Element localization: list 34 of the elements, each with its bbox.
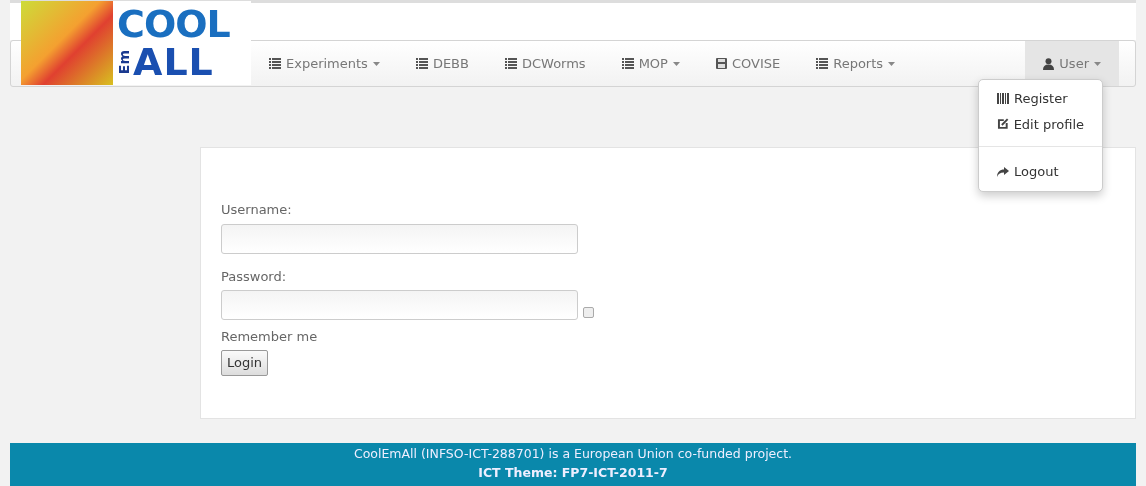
barcode-icon [997,93,1009,105]
remember-label: Remember me [221,327,319,346]
login-button[interactable]: Login [221,350,269,376]
logo-text: Em [117,49,131,75]
caret-icon [672,61,680,66]
nav-dropdown[interactable]: MOP [603,41,698,86]
logo-text: ALL [133,43,214,81]
nav-dropdown[interactable]: Reports [798,41,914,86]
menu-item[interactable]: Edit profile [979,111,1102,137]
list-icon [816,58,829,69]
list-icon [415,58,428,69]
password-field[interactable] [221,290,578,320]
list-icon [269,58,281,69]
logo-text: COOL [117,5,230,43]
user-icon [1043,57,1055,70]
nav-link[interactable]: DEBB [397,41,487,86]
list-icon [621,58,634,69]
nav-dropdown[interactable]: Experiments [251,41,398,86]
menu-item[interactable]: Register [979,86,1102,112]
menu-item[interactable]: Logout [979,159,1102,185]
caret-icon [1094,61,1101,66]
edit-icon [997,118,1009,131]
nav-link[interactable]: DCWorms [486,41,604,86]
nav-link[interactable]: COVISE [697,41,799,86]
arrow-icon [997,166,1009,177]
footer-theme: ICT Theme: FP7-ICT-2011-7 [477,464,669,482]
list-icon [504,58,517,69]
password-label: Password: [221,267,288,286]
caret-icon [372,61,380,66]
username-field[interactable] [221,223,578,254]
caret-icon [888,61,896,66]
remember-checkbox[interactable] [583,307,594,318]
footer-text: CoolEmAll (INFSO-ICT-288701) is a European Union co-funded project. [352,445,794,463]
username-label: Username: [221,201,293,219]
